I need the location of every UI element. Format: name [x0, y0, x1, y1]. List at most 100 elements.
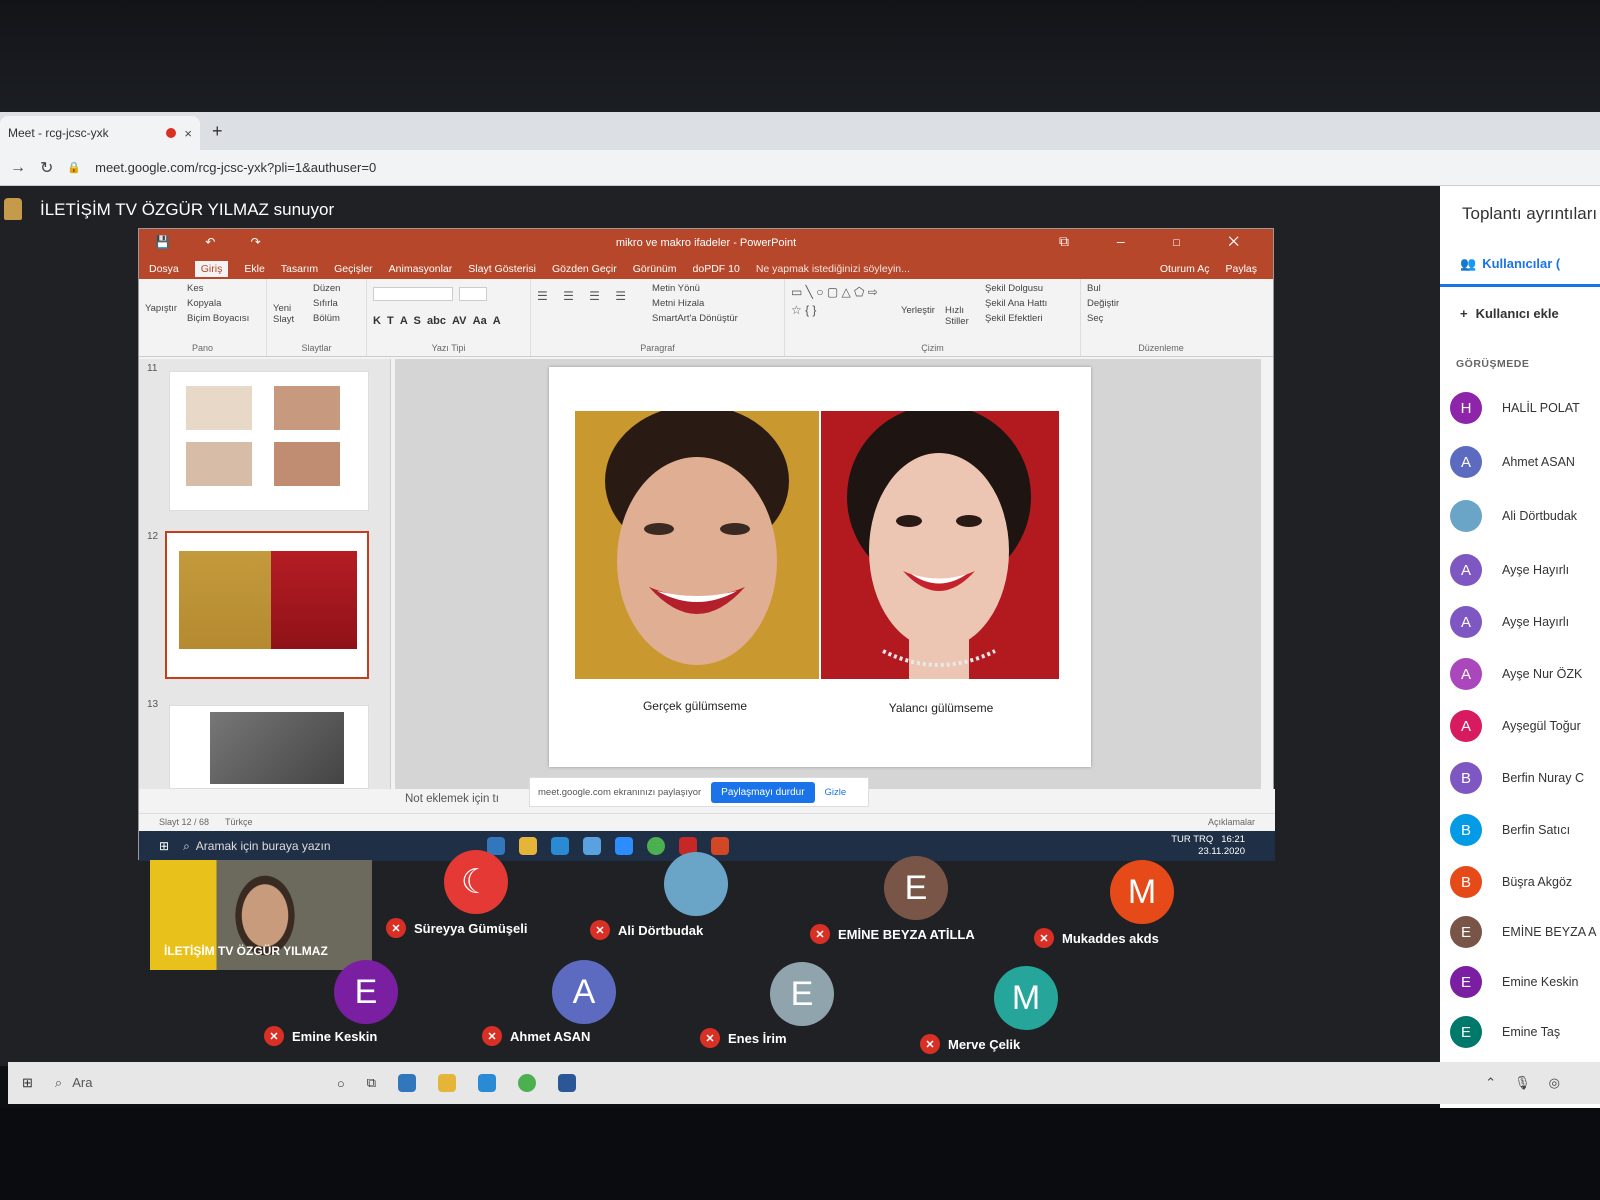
current-slide[interactable]: Gerçek gülümseme Yalancı gülümseme	[549, 367, 1091, 767]
browser-tab[interactable]: Meet - rcg-jcsc-yxk ×	[0, 116, 200, 150]
menu-design[interactable]: Tasarım	[281, 263, 318, 275]
tell-me-search[interactable]: Ne yapmak istediğinizi söyleyin...	[756, 263, 910, 275]
participant-tile[interactable]: E ✕ EMİNE BEYZA ATİLLA	[810, 856, 1030, 964]
participant-tile[interactable]: ☾ ✕ Süreyya Gümüşeli	[374, 850, 594, 964]
participant-list-item[interactable]: E Emine Keskin	[1450, 966, 1578, 998]
smartart-button[interactable]: SmartArt'a Dönüştür	[652, 313, 738, 324]
url-field[interactable]: meet.google.com/rcg-jcsc-yxk?pli=1&authu…	[95, 160, 376, 175]
powerpoint-icon[interactable]	[711, 837, 730, 855]
chevron-up-icon[interactable]: ⌃	[1485, 1075, 1496, 1091]
participant-list-item[interactable]: A Ahmet ASAN	[1450, 446, 1575, 478]
menu-home[interactable]: Giriş	[194, 261, 229, 277]
sign-in-link[interactable]: Oturum Aç	[1160, 263, 1210, 275]
arrange-button[interactable]: Yerleştir	[901, 305, 935, 327]
participant-list-item[interactable]: B Berfin Satıcı	[1450, 814, 1570, 846]
reset-button[interactable]: Sıfırla	[313, 298, 340, 309]
participant-tile[interactable]: E ✕ Enes İrim	[700, 962, 920, 1068]
shape-outline-button[interactable]: Şekil Ana Hattı	[985, 298, 1047, 309]
meet-stage: İLETİŞİM TV ÖZGÜR YILMAZ sunuyor 💾 ↶ ↷ m…	[0, 186, 1440, 1066]
zoom-icon[interactable]	[615, 837, 634, 855]
slide-thumbnail-12[interactable]	[165, 531, 369, 679]
find-button[interactable]: Bul	[1087, 283, 1235, 294]
hide-share-bar-button[interactable]: Gizle	[825, 787, 847, 798]
participant-list-item[interactable]: H HALİL POLAT	[1450, 392, 1580, 424]
comments-button[interactable]: Açıklamalar	[1208, 817, 1255, 828]
quick-styles-button[interactable]: Hızlı Stiller	[945, 305, 975, 327]
participant-tile[interactable]: ✕ Ali Dörtbudak	[590, 852, 810, 964]
mail-icon[interactable]	[551, 837, 570, 855]
participant-list-item[interactable]: A Ayşe Hayırlı	[1450, 554, 1569, 586]
participant-list-item[interactable]: E EMİNE BEYZA A	[1450, 916, 1596, 948]
reload-icon[interactable]: ↻	[40, 158, 53, 178]
cut-button[interactable]: Kes	[187, 283, 249, 294]
ppt-titlebar: 💾 ↶ ↷ mikro ve makro ifadeler - PowerPoi…	[139, 229, 1273, 279]
participant-list-item[interactable]: A Ayşe Hayırlı	[1450, 606, 1569, 638]
shape-effects-button[interactable]: Şekil Efektleri	[985, 313, 1047, 324]
copy-button[interactable]: Kopyala	[187, 298, 249, 309]
section-button[interactable]: Bölüm	[313, 313, 340, 324]
participant-tile[interactable]: A ✕ Ahmet ASAN	[482, 960, 702, 1068]
font-name-input[interactable]	[373, 287, 453, 301]
file-explorer-icon[interactable]	[438, 1074, 457, 1092]
text-direction-button[interactable]: Metin Yönü	[652, 283, 738, 294]
menu-transitions[interactable]: Geçişler	[334, 263, 373, 275]
window-controls[interactable]: ⧉ – ◻ ✕	[1059, 233, 1261, 250]
tab-close-icon[interactable]: ×	[184, 126, 192, 141]
taskbar-clock[interactable]: TUR TRQ 16:21 23.11.2020	[1171, 834, 1245, 858]
paragraph-align-buttons[interactable]: ☰ ☰ ☰ ☰	[537, 289, 632, 324]
chrome-icon[interactable]	[518, 1074, 537, 1092]
start-icon[interactable]: ⊞	[22, 1075, 33, 1091]
slide-thumbnail-13[interactable]	[169, 705, 369, 789]
cortana-icon[interactable]: ○	[337, 1076, 345, 1091]
font-format-buttons[interactable]: K T A S abc AV Aa A	[373, 315, 524, 327]
shapes-gallery[interactable]: ▭ ╲ ○ ▢ △ ⬠ ⇨ ☆ { }	[791, 283, 891, 327]
tab-people[interactable]: 👥 Kullanıcılar (	[1460, 256, 1560, 272]
shape-fill-button[interactable]: Şekil Dolgusu	[985, 283, 1047, 294]
task-view-icon[interactable]: ⧉	[367, 1075, 376, 1091]
participant-list-item[interactable]: Ali Dörtbudak	[1450, 500, 1577, 532]
new-tab-button[interactable]: +	[212, 121, 223, 142]
menu-insert[interactable]: Ekle	[244, 263, 264, 275]
start-icon[interactable]: ⊞	[159, 839, 169, 853]
participant-tile[interactable]: M ✕ Mukaddes akds	[1034, 860, 1254, 964]
replace-button[interactable]: Değiştir	[1087, 298, 1235, 309]
participant-list-item[interactable]: E Emine Taş	[1450, 1016, 1560, 1048]
participant-tile[interactable]: E ✕ Emine Keskin	[264, 960, 484, 1068]
slide-thumbnail-11[interactable]	[169, 371, 369, 511]
menu-dopdf[interactable]: doPDF 10	[693, 263, 740, 275]
select-button[interactable]: Seç	[1087, 313, 1235, 324]
forward-icon[interactable]: →	[10, 159, 26, 177]
font-size-input[interactable]	[459, 287, 487, 301]
participant-list-item[interactable]: A Ayşe Nur ÖZK	[1450, 658, 1582, 690]
chrome-icon[interactable]	[647, 837, 666, 855]
self-video-tile[interactable]: İLETİŞİM TV ÖZGÜR YILMAZ	[150, 860, 372, 970]
format-painter-button[interactable]: Biçim Boyacısı	[187, 313, 249, 324]
paste-button[interactable]: Yapıştır	[145, 303, 177, 324]
new-slide-button[interactable]: Yeni Slayt	[273, 303, 303, 325]
add-people-button[interactable]: + Kullanıcı ekle	[1460, 306, 1559, 321]
language-indicator[interactable]: Türkçe	[225, 817, 253, 828]
file-explorer-icon[interactable]	[519, 837, 538, 855]
participant-tile[interactable]: M ✕ Merve Çelik	[920, 964, 1140, 1068]
taskbar-search[interactable]: ⌕ Aramak için buraya yazın	[183, 839, 473, 854]
menu-slideshow[interactable]: Slayt Gösterisi	[468, 263, 536, 275]
participant-list-item[interactable]: B Büşra Akgöz	[1450, 866, 1572, 898]
align-text-button[interactable]: Metni Hizala	[652, 298, 738, 309]
share-button[interactable]: Paylaş	[1225, 263, 1257, 275]
lock-icon[interactable]: 🔒	[67, 161, 81, 174]
edge-icon[interactable]	[398, 1074, 417, 1092]
menu-view[interactable]: Görünüm	[633, 263, 677, 275]
layout-button[interactable]: Düzen	[313, 283, 340, 294]
menu-animations[interactable]: Animasyonlar	[389, 263, 453, 275]
notification-icon[interactable]: ◎	[1549, 1075, 1560, 1091]
store-icon[interactable]	[583, 837, 602, 855]
menu-review[interactable]: Gözden Geçir	[552, 263, 617, 275]
menu-file[interactable]: Dosya	[149, 263, 179, 275]
microphone-icon[interactable]: 🎙	[1514, 1075, 1531, 1091]
os-search[interactable]: ⌕ Ara	[55, 1075, 315, 1091]
word-icon[interactable]	[558, 1074, 577, 1092]
stop-sharing-button[interactable]: Paylaşmayı durdur	[711, 781, 815, 803]
participant-list-item[interactable]: B Berfin Nuray C	[1450, 762, 1584, 794]
mail-icon[interactable]	[478, 1074, 497, 1092]
participant-list-item[interactable]: A Ayşegül Toğur	[1450, 710, 1581, 742]
